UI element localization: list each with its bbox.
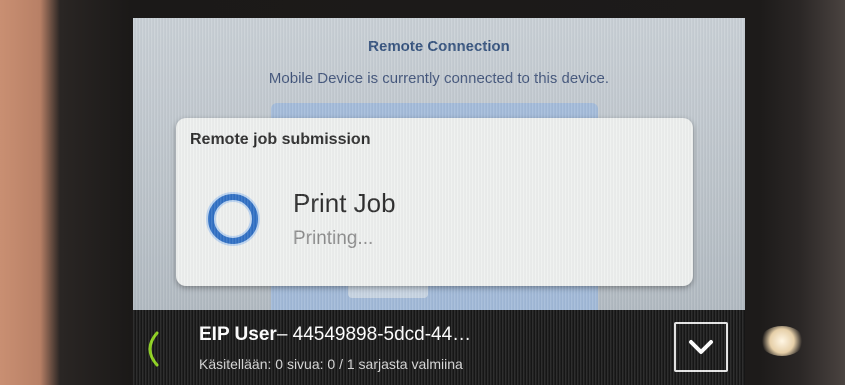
- job-title: Print Job: [293, 188, 396, 218]
- remote-connection-subtitle: Mobile Device is currently connected to …: [268, 70, 610, 87]
- chevron-down-icon: [689, 340, 713, 354]
- job-owner-line: EIP User– 44549898-5dcd-44…: [199, 324, 471, 346]
- indicator-light: [760, 326, 804, 356]
- job-status: Printing...: [293, 228, 374, 249]
- device-photo: Remote Connection Mobile Device is curre…: [0, 0, 845, 385]
- job-progress-icon: [148, 331, 159, 367]
- progress-ring-icon: [206, 192, 260, 246]
- remote-job-dialog: Remote job submission Print Job Printing…: [176, 118, 693, 286]
- job-id: – 44549898-5dcd-44…: [276, 324, 472, 345]
- job-status-bar[interactable]: EIP User– 44549898-5dcd-44… Käsitellään:…: [133, 310, 745, 385]
- remote-connection-title: Remote Connection: [368, 38, 510, 55]
- dialog-title: Remote job submission: [190, 131, 371, 148]
- job-user: EIP User: [199, 324, 277, 345]
- printer-screen: Remote Connection Mobile Device is curre…: [133, 18, 745, 385]
- expand-button[interactable]: [674, 322, 728, 372]
- job-progress-text: Käsitellään: 0 sivua: 0 / 1 sarjasta val…: [199, 356, 463, 372]
